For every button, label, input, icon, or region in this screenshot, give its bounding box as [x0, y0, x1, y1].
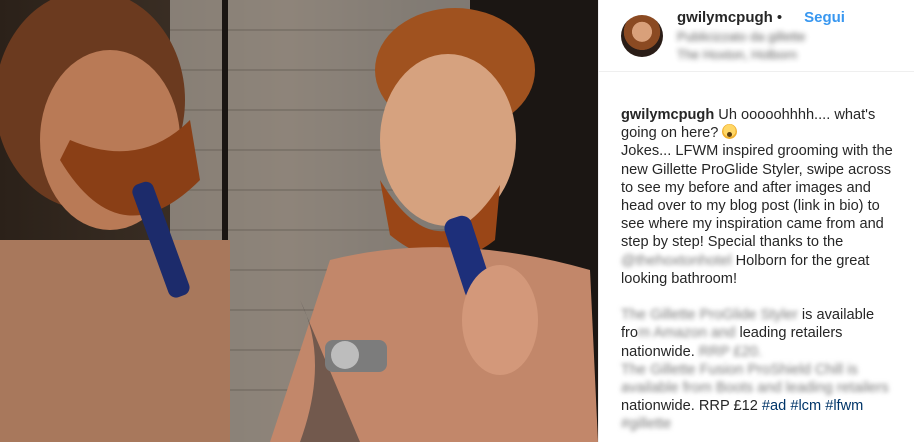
hashtag-ad[interactable]: #ad — [762, 398, 786, 414]
blurred-hashtag[interactable]: #gillette — [621, 416, 671, 432]
header-text: gwilymcpugh • Segui Publicizzato da gill… — [677, 9, 845, 62]
blurred-product-2: The Gillette Fusion ProShield Chill is a… — [621, 361, 889, 397]
blurred-price: RRP £20. — [698, 343, 762, 360]
photo-illustration — [0, 0, 598, 442]
post-sidebar: gwilymcpugh • Segui Publicizzato da gill… — [598, 0, 914, 442]
caption-username[interactable]: gwilymcpugh — [621, 107, 714, 123]
instagram-post: gwilymcpugh • Segui Publicizzato da gill… — [0, 0, 914, 442]
post-photo[interactable] — [0, 0, 598, 442]
scream-emoji-icon — [722, 124, 738, 140]
header-top-row: gwilymcpugh • Segui — [677, 9, 845, 27]
separator-dot: • — [776, 8, 783, 26]
caption-text-7: nationwide. RRP £12 — [621, 398, 762, 415]
post-caption: gwilymcpugh Uh ooooohhhh.... what's goin… — [599, 72, 914, 434]
caption-text-2: Jokes... LFWM inspired grooming with the… — [621, 143, 897, 251]
blurred-retailer: m Amazon and — [638, 325, 736, 342]
blurred-product-1: The Gillette ProGlide Styler — [621, 307, 798, 324]
post-header: gwilymcpugh • Segui Publicizzato da gill… — [599, 0, 914, 72]
hashtag-lcm[interactable]: #lcm — [790, 398, 821, 414]
follow-button[interactable]: Segui — [804, 9, 845, 27]
caption-text-4: is available — [797, 307, 879, 324]
blurred-mention[interactable]: @thehoxtonhotel — [621, 253, 732, 269]
avatar[interactable] — [621, 14, 663, 57]
sponsor-line[interactable]: Publicizzato da gillette — [677, 29, 845, 45]
hashtag-lfwm[interactable]: #lfwm — [825, 398, 863, 414]
author-username[interactable]: gwilymcpugh — [677, 9, 773, 27]
location-line[interactable]: The Hoxton, Holborn — [677, 47, 845, 63]
caption-text-5: fro — [621, 325, 639, 342]
